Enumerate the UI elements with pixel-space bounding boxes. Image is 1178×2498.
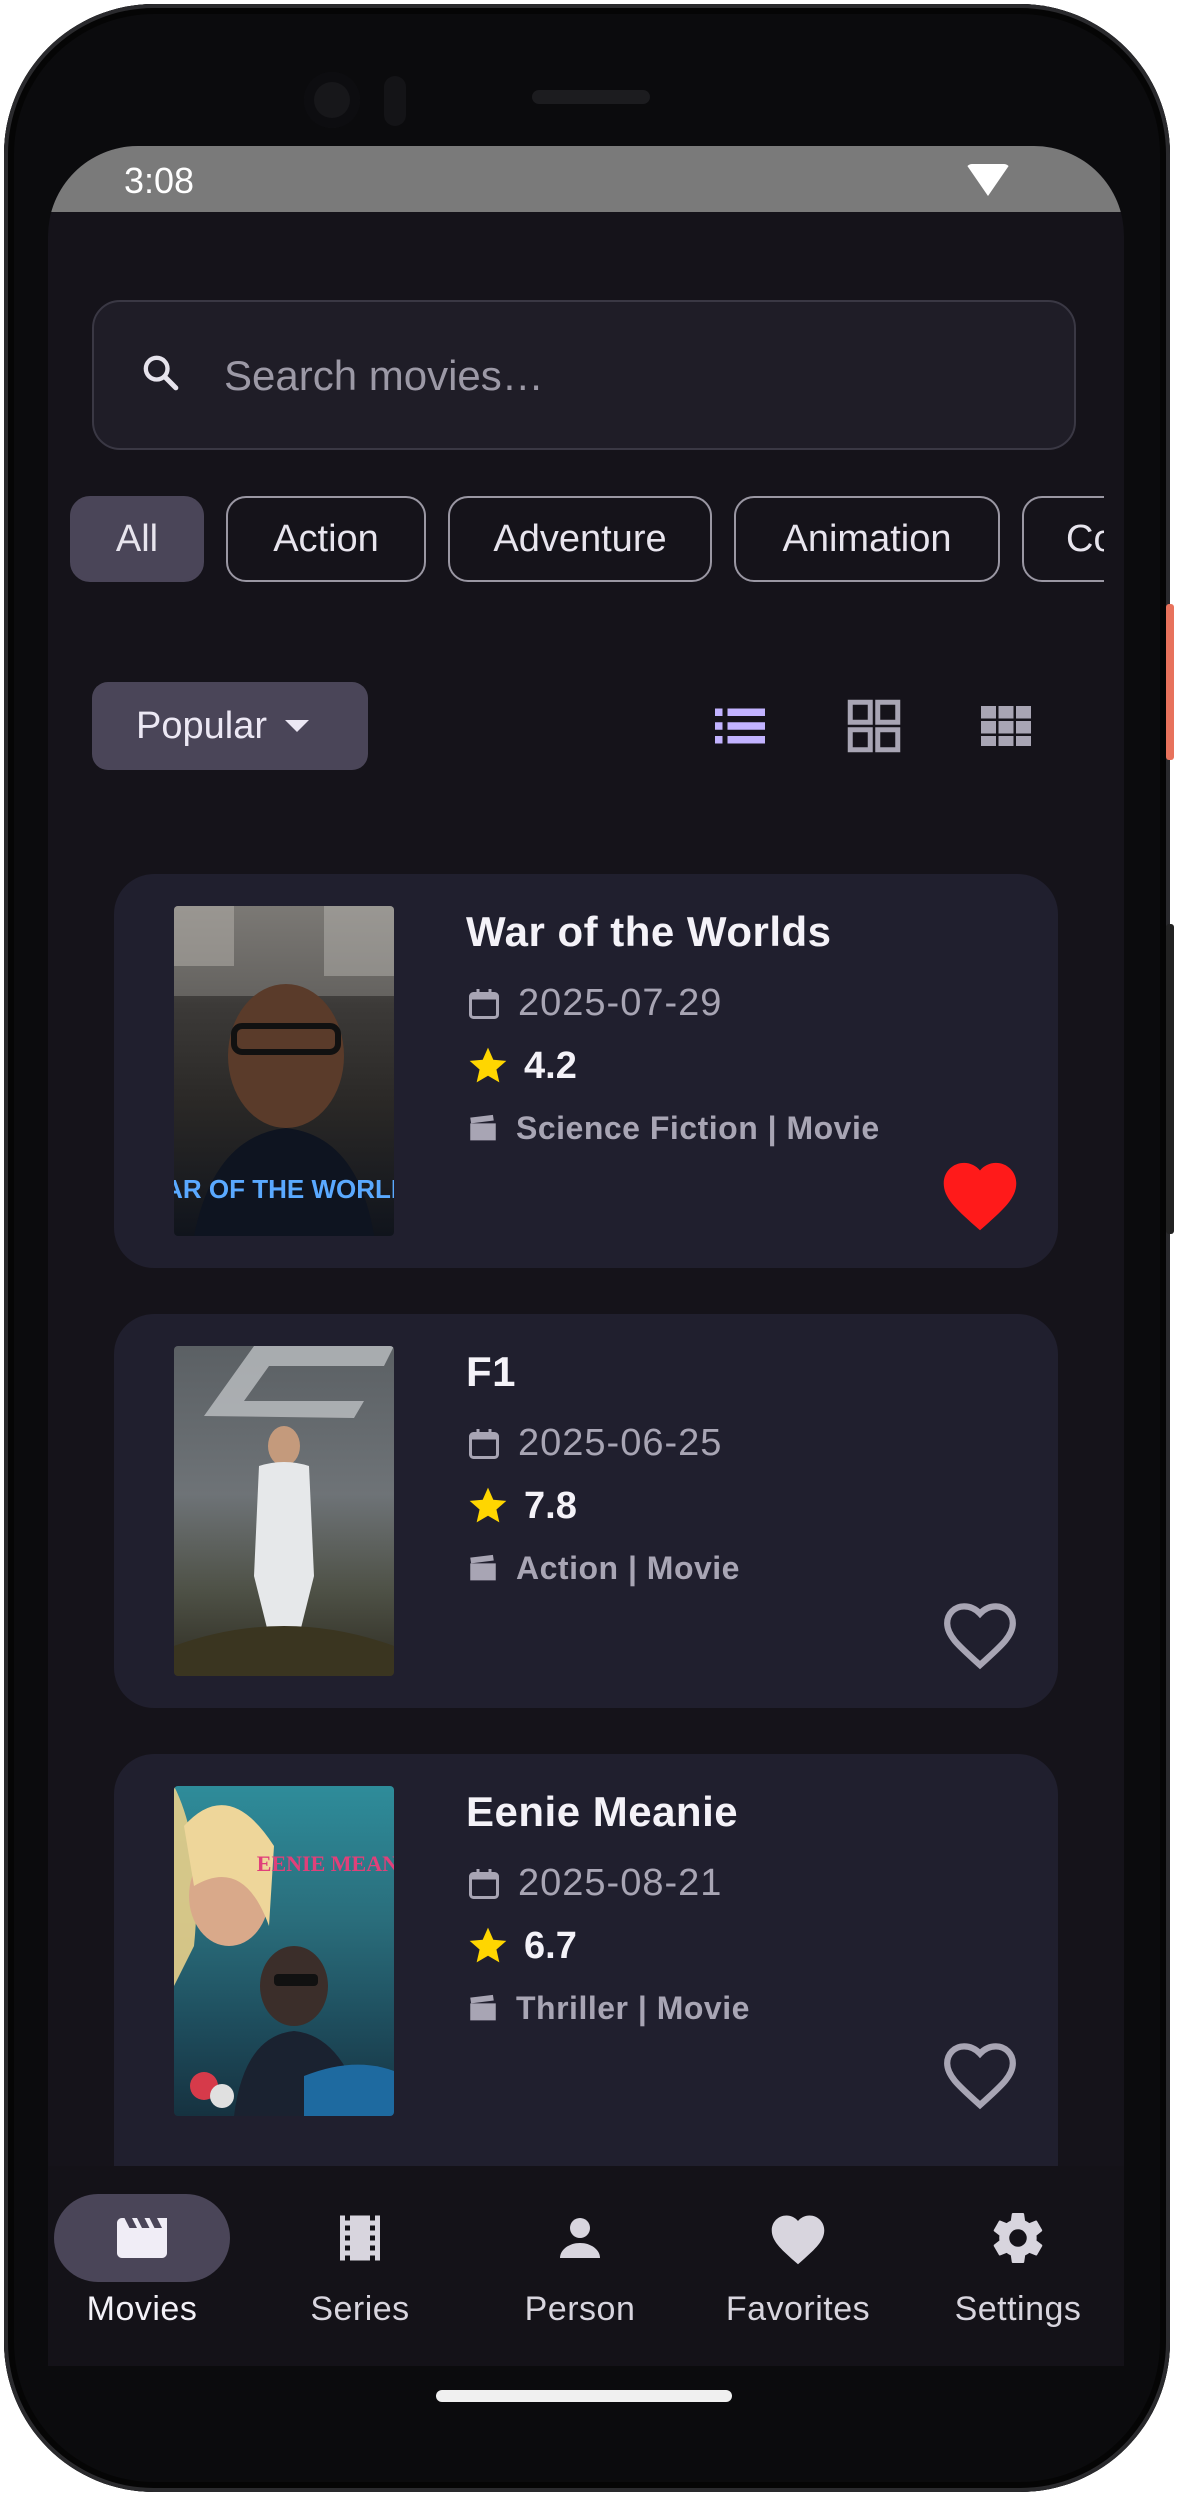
person-icon bbox=[560, 2218, 600, 2258]
nav-series[interactable]: Series bbox=[270, 2194, 450, 2354]
release-date-row: 2025-08-21 bbox=[466, 1862, 722, 1905]
genre-row: Thriller | Movie bbox=[466, 1990, 750, 2027]
nav-favorites-pill bbox=[710, 2194, 886, 2282]
nav-favorites-label: Favorites bbox=[725, 2290, 871, 2328]
sort-dropdown[interactable]: Popular bbox=[92, 682, 368, 770]
status-bar: 3:08 bbox=[48, 146, 1124, 212]
chip-adventure[interactable]: Adventure bbox=[448, 496, 712, 582]
nav-person-pill bbox=[492, 2194, 668, 2282]
wifi-icon bbox=[966, 164, 1010, 196]
release-date: 2025-06-25 bbox=[518, 1422, 723, 1464]
release-date: 2025-08-21 bbox=[518, 1862, 723, 1904]
genre-row: Science Fiction | Movie bbox=[466, 1110, 880, 1147]
nav-movies[interactable]: Movies bbox=[52, 2194, 232, 2354]
movie-title: F1 bbox=[466, 1348, 517, 1395]
volume-button bbox=[1166, 924, 1174, 1234]
search-input[interactable]: Search movies… bbox=[92, 300, 1076, 450]
movie-card[interactable]: F1 2025-06-25 7.8 Action | Movie bbox=[114, 1314, 1058, 1708]
earpiece-speaker bbox=[532, 90, 650, 104]
home-gesture-bar[interactable] bbox=[436, 2390, 732, 2402]
nav-settings-label: Settings bbox=[954, 2290, 1082, 2328]
app-screen: 3:08 Search movies… All Action Adventure… bbox=[48, 146, 1124, 2366]
favorite-outline-heart-icon[interactable] bbox=[938, 1596, 1022, 1672]
list-icon[interactable] bbox=[710, 696, 770, 756]
movie-clapper-icon bbox=[117, 2218, 167, 2258]
release-date-row: 2025-07-29 bbox=[466, 982, 722, 1025]
favorite-heart-icon[interactable] bbox=[938, 1156, 1022, 1232]
star-icon bbox=[469, 1927, 507, 1963]
film-strip-icon bbox=[340, 2215, 380, 2261]
genre-label: Thriller | Movie bbox=[516, 1990, 750, 2026]
nav-movies-label: Movies bbox=[86, 2290, 198, 2328]
gear-icon bbox=[993, 2213, 1043, 2264]
power-button bbox=[1166, 604, 1174, 760]
star-icon bbox=[469, 1047, 507, 1083]
nav-person[interactable]: Person bbox=[490, 2194, 670, 2354]
movie-clapper-icon bbox=[470, 1114, 496, 1140]
sort-label: Popular bbox=[136, 704, 267, 747]
movie-clapper-icon bbox=[470, 1554, 496, 1580]
rating-value: 6.7 bbox=[524, 1924, 577, 1967]
rating-value: 7.8 bbox=[524, 1484, 577, 1527]
calendar-icon bbox=[469, 1868, 499, 1899]
rating-value: 4.2 bbox=[524, 1044, 577, 1087]
movie-card[interactable]: EENIE MEANIE Eenie Meanie 2025-08-21 6.7 bbox=[114, 1754, 1058, 2166]
chip-action[interactable]: Action bbox=[226, 496, 426, 582]
chevron-down-icon bbox=[284, 720, 309, 732]
nav-favorites[interactable]: Favorites bbox=[708, 2194, 888, 2354]
movie-poster: WAR OF THE WORLDS bbox=[174, 906, 394, 1236]
star-icon bbox=[469, 1487, 507, 1523]
genre-chips: All Action Adventure Animation Co bbox=[70, 496, 1104, 586]
movie-poster bbox=[174, 1346, 394, 1676]
calendar-icon bbox=[469, 988, 499, 1019]
poster-artwork: WAR OF THE WORLDS bbox=[174, 906, 394, 1236]
movie-card[interactable]: WAR OF THE WORLDS War of the Worlds 2025… bbox=[114, 874, 1058, 1268]
nav-movies-pill bbox=[54, 2194, 230, 2282]
movie-title: War of the Worlds bbox=[466, 908, 832, 955]
nav-settings-pill bbox=[930, 2194, 1106, 2282]
chip-comedy[interactable]: Co bbox=[1022, 496, 1104, 582]
movie-poster: EENIE MEANIE bbox=[174, 1786, 394, 2116]
poster-title-text: EENIE MEANIE bbox=[257, 1851, 394, 1876]
nav-series-label: Series bbox=[310, 2290, 410, 2328]
status-time: 3:08 bbox=[124, 160, 195, 201]
nav-series-pill bbox=[272, 2194, 448, 2282]
genre-label: Science Fiction | Movie bbox=[516, 1110, 880, 1146]
rating-row: 6.7 bbox=[466, 1924, 577, 1968]
rating-row: 4.2 bbox=[466, 1044, 577, 1088]
release-date-row: 2025-06-25 bbox=[466, 1422, 722, 1465]
front-camera bbox=[304, 72, 360, 128]
favorite-outline-heart-icon[interactable] bbox=[938, 2036, 1022, 2112]
sensor bbox=[384, 76, 406, 126]
poster-artwork bbox=[174, 1346, 394, 1676]
nav-person-label: Person bbox=[524, 2290, 636, 2328]
heart-icon bbox=[771, 2215, 825, 2265]
nav-settings[interactable]: Settings bbox=[928, 2194, 1108, 2354]
movie-title: Eenie Meanie bbox=[466, 1788, 739, 1835]
calendar-icon bbox=[469, 1428, 499, 1459]
release-date: 2025-07-29 bbox=[518, 982, 723, 1024]
search-placeholder: Search movies… bbox=[224, 352, 544, 399]
poster-title-text: WAR OF THE WORLDS bbox=[174, 1174, 394, 1204]
bottom-navigation: Movies Series Person Favorites Settings bbox=[48, 2166, 1124, 2366]
chip-animation[interactable]: Animation bbox=[734, 496, 1000, 582]
genre-row: Action | Movie bbox=[466, 1550, 740, 1587]
compact-grid-icon[interactable] bbox=[976, 696, 1036, 756]
poster-artwork: EENIE MEANIE bbox=[174, 1786, 394, 2116]
grid-icon[interactable] bbox=[844, 696, 904, 756]
rating-row: 7.8 bbox=[466, 1484, 577, 1528]
chip-all[interactable]: All bbox=[70, 496, 204, 582]
genre-label: Action | Movie bbox=[516, 1550, 740, 1586]
movie-clapper-icon bbox=[470, 1994, 496, 2020]
search-icon bbox=[143, 355, 179, 391]
